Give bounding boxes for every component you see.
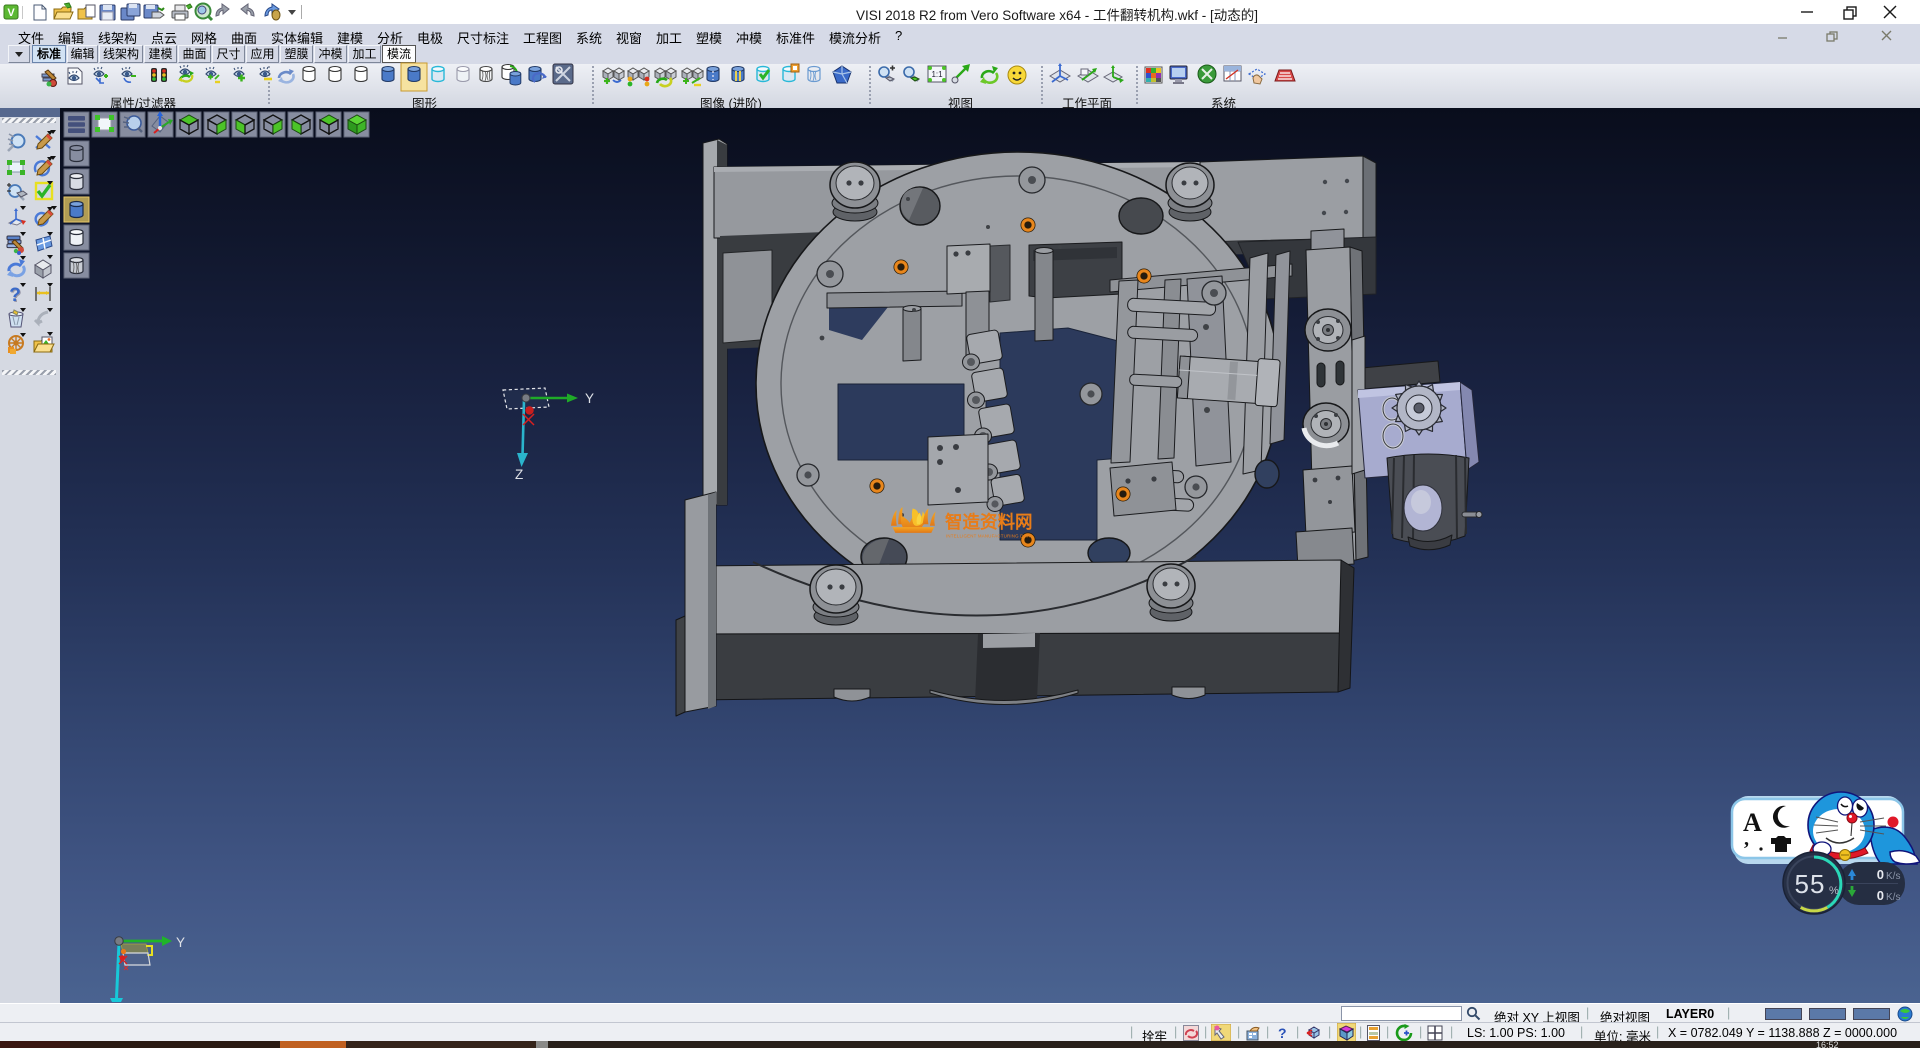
svg-text:55: 55: [1795, 869, 1826, 899]
svg-text:,: ,: [1744, 828, 1749, 850]
svg-text:0: 0: [1877, 867, 1884, 882]
svg-text:%: %: [1829, 885, 1839, 897]
svg-text:?: ?: [9, 285, 21, 306]
svg-text:Y: Y: [585, 391, 594, 406]
svg-text:INTELLIGENT MANUFACTURING DATA: INTELLIGENT MANUFACTURING DATA: [946, 534, 1032, 539]
svg-text:0: 0: [1877, 888, 1884, 903]
svg-text:智造资料网: 智造资料网: [945, 512, 1033, 532]
svg-text:Y: Y: [176, 935, 185, 950]
svg-text:K/s: K/s: [1886, 871, 1900, 882]
svg-text:K/s: K/s: [1886, 892, 1900, 903]
svg-text:V: V: [7, 7, 15, 19]
svg-text:Z: Z: [515, 467, 523, 482]
